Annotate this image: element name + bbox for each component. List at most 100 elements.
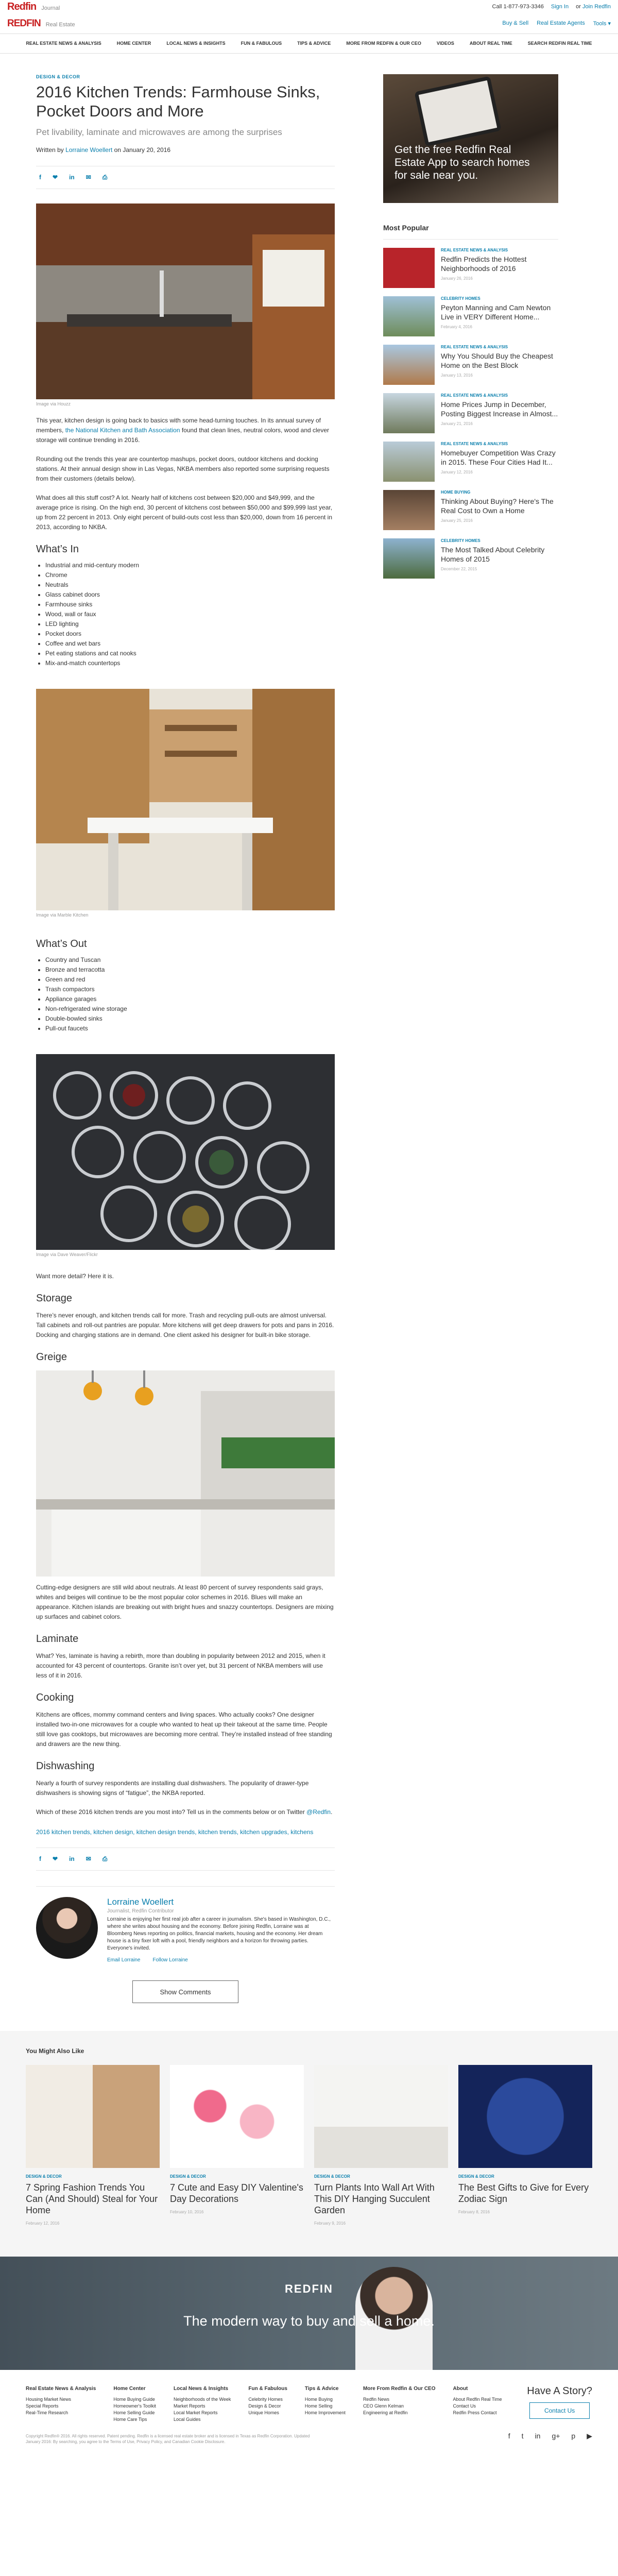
related-card[interactable]: DESIGN & DECOR Turn Plants Into Wall Art…	[314, 2065, 448, 2226]
footer-link[interactable]: Home Selling	[305, 2403, 346, 2410]
footer-link[interactable]: Neighborhoods of the Week	[174, 2396, 231, 2403]
app-promo[interactable]: Get the free Redfin Real Estate App to s…	[383, 74, 558, 203]
nkba-link[interactable]: the National Kitchen and Bath Associatio…	[65, 427, 180, 434]
footer-link[interactable]: Contact Us	[453, 2403, 502, 2410]
popular-item[interactable]: REAL ESTATE NEWS & ANALYSIS Homebuyer Com…	[383, 442, 558, 482]
facebook-icon[interactable]: f	[39, 1855, 41, 1863]
show-comments-button[interactable]: Show Comments	[132, 1980, 238, 2003]
related-card[interactable]: DESIGN & DECOR 7 Spring Fashion Trends Y…	[26, 2065, 160, 2226]
nav-tips[interactable]: TIPS & ADVICE	[289, 41, 338, 46]
author-link[interactable]: Lorraine Woellert	[65, 146, 112, 154]
related-category: DESIGN & DECOR	[314, 2174, 350, 2179]
footer-link[interactable]: Unique Homes	[248, 2410, 287, 2416]
footer-link[interactable]: Home Selling Guide	[113, 2410, 156, 2416]
list-item: Coffee and wet bars	[45, 639, 335, 649]
print-icon[interactable]: ⎙	[102, 174, 108, 181]
tags-links[interactable]: 2016 kitchen trends, kitchen design, kit…	[36, 1828, 313, 1836]
youtube-icon[interactable]: ▶	[587, 2432, 592, 2439]
article: DESIGN & DECOR 2016 Kitchen Trends: Farm…	[36, 74, 335, 2003]
agents-link[interactable]: Real Estate Agents	[537, 20, 585, 27]
article-category[interactable]: DESIGN & DECOR	[36, 74, 335, 79]
pinterest-icon[interactable]: p	[571, 2432, 575, 2439]
redfin-journal-logo[interactable]: Redfin Journal	[7, 1, 60, 13]
nav-about[interactable]: ABOUT REAL TIME	[462, 41, 520, 46]
redfin-logo[interactable]: REDFIN Real Estate	[7, 18, 75, 29]
footer-link[interactable]: Design & Decor	[248, 2403, 287, 2410]
contact-us-button[interactable]: Contact Us	[529, 2402, 590, 2419]
heading-dishwashing: Dishwashing	[36, 1760, 95, 1772]
list-item: LED lighting	[45, 619, 335, 629]
popular-item[interactable]: CELEBRITY HOMES The Most Talked About Cel…	[383, 538, 558, 579]
tools-menu[interactable]: Tools ▾	[593, 20, 611, 27]
footer-link[interactable]: Home Buying Guide	[113, 2396, 156, 2403]
popular-category: REAL ESTATE NEWS & ANALYSIS	[441, 393, 508, 398]
footer-heading[interactable]: Local News & Insights	[174, 2385, 231, 2392]
linkedin-icon[interactable]: in	[69, 174, 75, 181]
popular-item[interactable]: REAL ESTATE NEWS & ANALYSIS Home Prices J…	[383, 393, 558, 433]
footer-heading[interactable]: About	[453, 2385, 502, 2392]
hero-logo[interactable]: REDFIN	[0, 2282, 618, 2296]
linkedin-icon[interactable]: in	[535, 2432, 541, 2439]
nav-videos[interactable]: VIDEOS	[429, 41, 462, 46]
nav-home-center[interactable]: HOME CENTER	[109, 41, 159, 46]
nav-fun[interactable]: FUN & FABULOUS	[233, 41, 290, 46]
twitter-handle-link[interactable]: @Redfin	[306, 1808, 331, 1816]
footer-heading[interactable]: Fun & Fabulous	[248, 2385, 287, 2392]
footer-link[interactable]: Local Market Reports	[174, 2410, 231, 2416]
google-plus-icon[interactable]: g+	[552, 2432, 560, 2439]
footer-link[interactable]: Redfin News	[363, 2396, 436, 2403]
popular-item[interactable]: HOME BUYING Thinking About Buying? Here's…	[383, 490, 558, 530]
twitter-icon[interactable]: t	[522, 2432, 524, 2439]
footer-link[interactable]: Celebrity Homes	[248, 2396, 287, 2403]
popular-title: Thinking About Buying? Here's The Real C…	[441, 497, 554, 515]
popular-item[interactable]: REAL ESTATE NEWS & ANALYSIS Redfin Predic…	[383, 248, 558, 288]
heart-icon[interactable]: ❤	[53, 1855, 58, 1863]
footer-link[interactable]: Homeowner's Toolkit	[113, 2403, 156, 2410]
footer-link[interactable]: Market Reports	[174, 2403, 231, 2410]
footer-heading[interactable]: Home Center	[113, 2385, 156, 2392]
footer-heading[interactable]: More From Redfin & Our CEO	[363, 2385, 436, 2392]
sign-in-link[interactable]: Sign In	[551, 4, 569, 10]
email-icon[interactable]: ✉	[86, 174, 91, 181]
related-date: February 10, 2016	[170, 2210, 204, 2214]
follow-author-link[interactable]: Follow Lorraine	[152, 1957, 187, 1963]
print-icon[interactable]: ⎙	[102, 1855, 108, 1863]
email-author-link[interactable]: Email Lorraine	[107, 1957, 140, 1963]
heart-icon[interactable]: ❤	[53, 174, 58, 181]
footer-link[interactable]: Housing Market News	[26, 2396, 96, 2403]
join-link[interactable]: Join Redfin	[582, 4, 611, 10]
footer-link[interactable]: Home Improvement	[305, 2410, 346, 2416]
linkedin-icon[interactable]: in	[69, 1855, 75, 1863]
whats-out-list: Country and Tuscan Bronze and terracotta…	[36, 955, 335, 1033]
nav-news[interactable]: REAL ESTATE NEWS & ANALYSIS	[18, 41, 109, 46]
nav-search[interactable]: SEARCH REDFIN REAL TIME	[520, 41, 600, 46]
footer-link[interactable]: Home Care Tips	[113, 2416, 156, 2423]
paragraph-10: Which of these 2016 kitchen trends are y…	[36, 1807, 335, 1817]
nav-more[interactable]: MORE FROM REDFIN & OUR CEO	[338, 41, 429, 46]
footer-heading[interactable]: Real Estate News & Analysis	[26, 2385, 96, 2392]
phone-graphic	[414, 76, 502, 147]
footer-link[interactable]: Redfin Press Contact	[453, 2410, 502, 2416]
footer-link[interactable]: About Redfin Real Time	[453, 2396, 502, 2403]
footer-link[interactable]: CEO Glenn Kelman	[363, 2403, 436, 2410]
footer-heading[interactable]: Tips & Advice	[305, 2385, 346, 2392]
facebook-icon[interactable]: f	[508, 2432, 510, 2439]
buy-sell-link[interactable]: Buy & Sell	[502, 20, 528, 27]
facebook-icon[interactable]: f	[39, 174, 41, 181]
popular-item[interactable]: REAL ESTATE NEWS & ANALYSIS Why You Shoul…	[383, 345, 558, 385]
photo-caption-3: Image via Dave Weaver/Flickr	[36, 1252, 98, 1257]
author-name[interactable]: Lorraine Woellert	[107, 1897, 335, 1907]
related-card[interactable]: DESIGN & DECOR 7 Cute and Easy DIY Valen…	[170, 2065, 304, 2226]
list-item: Bronze and terracotta	[45, 965, 335, 975]
phone-number[interactable]: Call 1-877-973-3346	[492, 4, 544, 10]
footer-link[interactable]: Real-Time Research	[26, 2410, 96, 2416]
popular-date: January 25, 2016	[441, 518, 473, 523]
footer-link[interactable]: Local Guides	[174, 2416, 231, 2423]
popular-item[interactable]: CELEBRITY HOMES Peyton Manning and Cam Ne…	[383, 296, 558, 336]
nav-local[interactable]: LOCAL NEWS & INSIGHTS	[159, 41, 233, 46]
related-card[interactable]: DESIGN & DECOR The Best Gifts to Give fo…	[458, 2065, 592, 2226]
footer-link[interactable]: Home Buying	[305, 2396, 346, 2403]
footer-link[interactable]: Special Reports	[26, 2403, 96, 2410]
footer-link[interactable]: Engineering at Redfin	[363, 2410, 436, 2416]
email-icon[interactable]: ✉	[86, 1855, 91, 1863]
